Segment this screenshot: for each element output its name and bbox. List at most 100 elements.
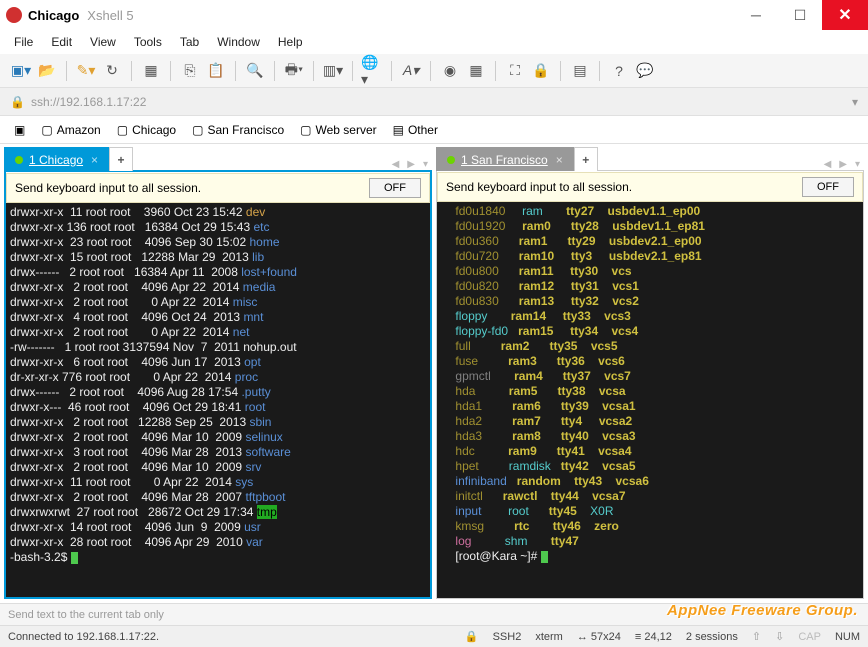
search-icon[interactable]: 🔍	[244, 60, 266, 82]
tab-prev-icon[interactable]: ◀	[388, 159, 404, 170]
close-button[interactable]: ✕	[822, 0, 868, 30]
bookmark-label: Web server	[315, 123, 376, 137]
bookmark-icon: ▢	[300, 123, 311, 137]
address-bar[interactable]: 🔒 ssh://192.168.1.17:22 ▾	[0, 88, 868, 116]
address-text[interactable]: ssh://192.168.1.17:22	[31, 95, 852, 109]
watermark-text: AppNee Freeware Group.	[667, 602, 858, 619]
fullscreen-icon[interactable]: ⛶	[504, 60, 526, 82]
sessions-icon[interactable]: ▤	[569, 60, 591, 82]
bookmark-san-francisco[interactable]: ▢ San Francisco	[186, 121, 290, 139]
status-bar: Connected to 192.168.1.17:22. 🔒 SSH2 xte…	[0, 625, 868, 647]
app-logo-icon	[6, 7, 22, 23]
bookmark-web-server[interactable]: ▢ Web server	[294, 121, 382, 139]
left-pane: 1 Chicago × + ◀ ▶ ▾ Send keyboard input …	[4, 144, 432, 599]
tab-prev-icon[interactable]: ◀	[820, 159, 836, 170]
status-num: NUM	[835, 631, 860, 643]
lock-status-icon: 🔒	[465, 630, 479, 643]
maximize-button[interactable]: ☐	[778, 0, 822, 30]
lock-small-icon: 🔒	[10, 95, 25, 109]
paste-icon[interactable]: 📋	[205, 60, 227, 82]
window-title: Chicago	[28, 8, 79, 23]
add-tab-button[interactable]: +	[109, 147, 133, 171]
menu-tab[interactable]: Tab	[180, 35, 199, 49]
broadcast-toggle-button[interactable]: OFF	[802, 177, 854, 197]
tab-label: 1 San Francisco	[461, 153, 548, 167]
bookmark-icon: ▤	[393, 123, 404, 137]
close-tab-icon[interactable]: ×	[556, 153, 563, 167]
bookmark-icon: ▢	[192, 123, 203, 137]
connected-dot-icon	[447, 156, 455, 164]
help-icon[interactable]: ?	[608, 60, 630, 82]
menu-view[interactable]: View	[90, 35, 116, 49]
bookmark-label: San Francisco	[207, 123, 284, 137]
address-dropdown-icon[interactable]: ▾	[852, 95, 858, 109]
font-icon[interactable]: A▾	[400, 60, 422, 82]
tab-menu-icon[interactable]: ▾	[851, 159, 864, 170]
chat-icon[interactable]: 💬	[634, 60, 656, 82]
menu-help[interactable]: Help	[278, 35, 303, 49]
status-sessions: 2 sessions	[686, 631, 738, 643]
bookmark-icon: ▢	[117, 123, 128, 137]
info-text: Send keyboard input to all session.	[446, 180, 632, 194]
add-bookmark-button[interactable]: ▣	[8, 121, 31, 139]
tab-sanfrancisco[interactable]: 1 San Francisco ×	[436, 147, 574, 171]
right-pane: 1 San Francisco × + ◀ ▶ ▾ Send keyboard …	[436, 144, 864, 599]
bookmark-label: Other	[408, 123, 438, 137]
status-term-type: xterm	[535, 631, 563, 643]
properties-icon[interactable]: ▦	[140, 60, 162, 82]
theme-icon[interactable]: ▦	[465, 60, 487, 82]
upload-icon[interactable]: ⇧	[752, 630, 761, 643]
reconnect-icon[interactable]: ↻	[101, 60, 123, 82]
bookmark-label: Amazon	[57, 123, 101, 137]
bookmark-bar: ▣ ▢ Amazon ▢ Chicago ▢ San Francisco ▢ Web serv…	[0, 116, 868, 144]
bookmark-icon: ▢	[41, 123, 52, 137]
status-protocol: SSH2	[493, 631, 522, 643]
right-info-bar: Send keyboard input to all session. OFF	[437, 172, 863, 202]
bookmark-other[interactable]: ▤ Other	[387, 121, 444, 139]
tab-next-icon[interactable]: ▶	[835, 159, 851, 170]
status-connection: Connected to 192.168.1.17:22.	[8, 631, 159, 643]
bookmark-chicago[interactable]: ▢ Chicago	[111, 121, 182, 139]
title-bar: Chicago Xshell 5 ─ ☐ ✕	[0, 0, 868, 30]
copy-icon[interactable]: ⎘	[179, 60, 201, 82]
globe-icon[interactable]: 🌐▾	[361, 60, 383, 82]
right-tab-row: 1 San Francisco × + ◀ ▶ ▾	[436, 144, 864, 170]
right-terminal[interactable]: fd0u1840 ram tty27 usbdev1.1_ep00 fd0u19…	[437, 202, 863, 598]
minimize-button[interactable]: ─	[734, 0, 778, 30]
info-text: Send keyboard input to all session.	[15, 181, 201, 195]
left-tab-row: 1 Chicago × + ◀ ▶ ▾	[4, 144, 432, 170]
status-cursor-pos: ≡ 24,12	[635, 631, 672, 643]
status-cap: CAP	[798, 631, 821, 643]
bookmark-amazon[interactable]: ▢ Amazon	[35, 121, 106, 139]
status-size: ↔ 57x24	[577, 631, 621, 643]
tab-next-icon[interactable]: ▶	[403, 159, 419, 170]
open-icon[interactable]: 📂	[36, 60, 58, 82]
connected-dot-icon	[15, 156, 23, 164]
toolbar: ▣▾ 📂 ✎▾ ↻ ▦ ⎘ 📋 🔍 🖶▾ ▥▾ 🌐▾ A▾ ◉ ▦ ⛶ 🔒 ▤ …	[0, 54, 868, 88]
add-tab-button[interactable]: +	[574, 147, 598, 171]
compose-placeholder: Send text to the current tab only	[8, 609, 164, 621]
menu-window[interactable]: Window	[217, 35, 260, 49]
layout-icon[interactable]: ▥▾	[322, 60, 344, 82]
color-icon[interactable]: ◉	[439, 60, 461, 82]
tab-chicago[interactable]: 1 Chicago ×	[4, 147, 109, 171]
menu-tools[interactable]: Tools	[134, 35, 162, 49]
print-icon[interactable]: 🖶▾	[283, 60, 305, 82]
new-session-icon[interactable]: ▣▾	[10, 60, 32, 82]
bookmark-label: Chicago	[132, 123, 176, 137]
tab-menu-icon[interactable]: ▾	[419, 159, 432, 170]
menu-bar: File Edit View Tools Tab Window Help	[0, 30, 868, 54]
edit-icon[interactable]: ✎▾	[75, 60, 97, 82]
download-icon[interactable]: ⇩	[775, 630, 784, 643]
menu-edit[interactable]: Edit	[51, 35, 72, 49]
split-panes: 1 Chicago × + ◀ ▶ ▾ Send keyboard input …	[0, 144, 868, 603]
left-terminal[interactable]: drwxr-xr-x 11 root root 3960 Oct 23 15:4…	[6, 203, 430, 597]
broadcast-toggle-button[interactable]: OFF	[369, 178, 421, 198]
compose-bar[interactable]: Send text to the current tab only AppNee…	[0, 603, 868, 625]
lock-icon[interactable]: 🔒	[530, 60, 552, 82]
tab-label: 1 Chicago	[29, 153, 83, 167]
menu-file[interactable]: File	[14, 35, 33, 49]
left-info-bar: Send keyboard input to all session. OFF	[6, 173, 430, 203]
close-tab-icon[interactable]: ×	[91, 153, 98, 167]
app-name: Xshell 5	[87, 8, 133, 23]
